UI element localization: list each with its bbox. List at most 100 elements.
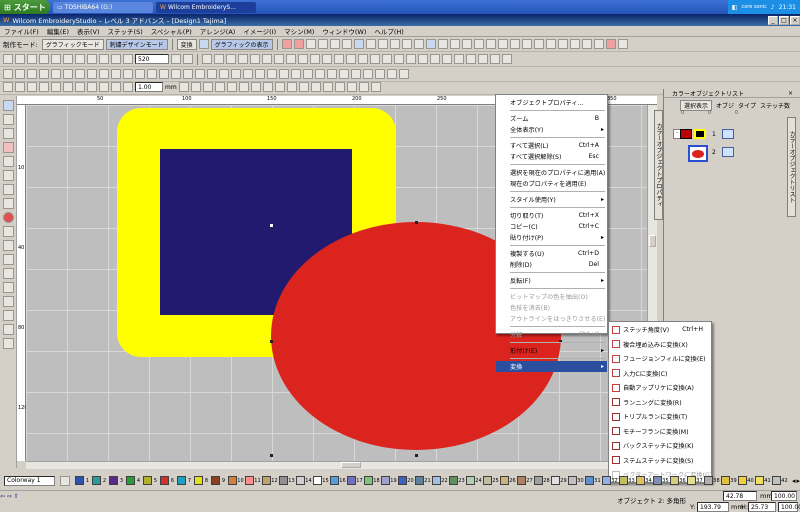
pct-field-1[interactable]: 100.00	[771, 491, 797, 501]
submenu-item[interactable]: 自動アップリケに変換(A)	[609, 382, 711, 393]
monogram-icon[interactable]	[2, 254, 14, 265]
menu-special[interactable]: スペシャル(P)	[151, 26, 192, 36]
stitch-tool-icon[interactable]	[317, 39, 328, 49]
x-field[interactable]: 42.78	[723, 491, 757, 501]
stitch-tool-icon[interactable]	[281, 39, 292, 49]
view-icon[interactable]	[274, 54, 284, 64]
view-icon[interactable]	[238, 54, 248, 64]
reshape-icon[interactable]	[2, 114, 14, 125]
context-menu-item[interactable]: 貼り付け(P) ▸	[496, 232, 607, 243]
transform-icon[interactable]	[51, 82, 61, 92]
align-icon[interactable]	[375, 69, 385, 79]
stitch-tool-icon[interactable]	[425, 39, 436, 49]
transform-icon[interactable]	[226, 82, 237, 92]
color-swatch[interactable]: 18	[363, 476, 380, 485]
view-icon[interactable]	[262, 54, 272, 64]
start-button[interactable]: ⊞ スタート	[0, 0, 50, 14]
cut-icon[interactable]	[63, 54, 73, 64]
color-swatch[interactable]: 38	[703, 476, 720, 485]
transform-icon[interactable]	[178, 82, 189, 92]
undo-icon[interactable]	[99, 54, 109, 64]
zoom-icon[interactable]	[123, 54, 133, 64]
tab-type[interactable]: タイプ	[738, 101, 756, 110]
color-swatch[interactable]: 42	[771, 476, 788, 485]
context-menu-item[interactable]: 削除(D) Del	[496, 259, 607, 270]
menu-edit[interactable]: 編集(E)	[47, 26, 69, 36]
stitch-icon[interactable]	[2, 324, 14, 335]
context-menu-item[interactable]: 全体表示(Y) ▸	[496, 124, 607, 135]
menu-stitch[interactable]: ステッチ(S)	[108, 26, 143, 36]
stitch-tool-icon[interactable]	[341, 39, 352, 49]
align-icon[interactable]	[27, 69, 37, 79]
diamond-icon[interactable]	[2, 282, 14, 293]
tab-stitch-count[interactable]: ステッチ数	[760, 101, 790, 110]
width-field[interactable]: 1.00	[135, 82, 163, 92]
context-menu-item[interactable]: 変換 ▸	[496, 361, 607, 372]
view-icon[interactable]	[466, 54, 476, 64]
color-swatch[interactable]: 7	[176, 476, 191, 485]
align-icon[interactable]	[351, 69, 361, 79]
align-icon[interactable]	[207, 69, 217, 79]
color-swatch[interactable]: 12	[261, 476, 278, 485]
align-icon[interactable]	[363, 69, 373, 79]
stitch-tool-icon[interactable]	[449, 39, 460, 49]
transform-icon[interactable]	[346, 82, 357, 92]
stitch-tool-icon[interactable]	[581, 39, 592, 49]
submenu-item[interactable]: ステッチ角度(V) Ctrl+H	[609, 324, 711, 335]
transform-icon[interactable]	[15, 82, 25, 92]
context-menu-item[interactable]: すべて選択解除(S) Esc	[496, 151, 607, 162]
view-icon[interactable]	[298, 54, 308, 64]
color-swatch[interactable]: 15	[312, 476, 329, 485]
stitch-icon[interactable]	[2, 268, 14, 279]
menu-arrange[interactable]: アレンジ(A)	[200, 26, 236, 36]
color-swatch[interactable]: 1	[74, 476, 89, 485]
selection-handle[interactable]	[415, 454, 418, 457]
stitch-tool-icon[interactable]	[569, 39, 580, 49]
stitch-tool-icon[interactable]	[413, 39, 424, 49]
align-icon[interactable]	[399, 69, 409, 79]
selection-handle[interactable]	[270, 340, 273, 343]
transform-icon[interactable]	[214, 82, 225, 92]
menu-window[interactable]: ウィンドウ(W)	[322, 26, 366, 36]
color-swatch[interactable]: 5	[142, 476, 157, 485]
view-icon[interactable]	[454, 54, 464, 64]
align-icon[interactable]	[99, 69, 109, 79]
transform-icon[interactable]	[99, 82, 109, 92]
graphic-mode-button[interactable]: グラフィックモード	[41, 38, 104, 50]
color-swatch[interactable]: 19	[380, 476, 397, 485]
transform-icon[interactable]	[322, 82, 333, 92]
color-swatch[interactable]: 16	[329, 476, 346, 485]
transform-icon[interactable]	[190, 82, 201, 92]
stitch-tool-icon[interactable]	[521, 39, 532, 49]
object-thumb-2[interactable]	[688, 145, 708, 162]
color-swatch[interactable]: 27	[516, 476, 533, 485]
align-icon[interactable]	[255, 69, 265, 79]
scroll-thumb[interactable]	[649, 235, 656, 247]
view-icon[interactable]	[394, 54, 404, 64]
view-icon[interactable]	[202, 54, 212, 64]
color-swatch[interactable]: 40	[737, 476, 754, 485]
stitch-tool-icon[interactable]	[617, 39, 628, 49]
palette-icon[interactable]	[59, 475, 70, 486]
outline-icon[interactable]	[2, 170, 14, 181]
panel-close-icon[interactable]: ×	[788, 90, 793, 97]
open-icon[interactable]	[15, 54, 25, 64]
context-menu-item[interactable]: 複製する(U) Ctrl+D	[496, 248, 607, 259]
submenu-item[interactable]: 入力Cに変換(C)	[609, 368, 711, 379]
view-icon[interactable]	[478, 54, 488, 64]
view-icon[interactable]	[250, 54, 260, 64]
convert-button[interactable]: 変換	[176, 38, 197, 50]
stitch-tool-icon[interactable]	[389, 39, 400, 49]
context-menu-item[interactable]: 形付け(E) ▸	[496, 345, 607, 356]
view-icon[interactable]	[322, 54, 332, 64]
globe-icon[interactable]	[198, 39, 209, 49]
transform-icon[interactable]	[63, 82, 73, 92]
submenu-item[interactable]: ステムステッチに変換(S)	[609, 455, 711, 466]
context-menu-item[interactable]: コピー(C) Ctrl+C	[496, 221, 607, 232]
stitch-tool-icon[interactable]	[497, 39, 508, 49]
complex-fill-icon[interactable]	[2, 198, 14, 209]
color-swatch[interactable]: 41	[754, 476, 771, 485]
context-menu-item[interactable]: 切り取り(T) Ctrl+X	[496, 210, 607, 221]
print-icon[interactable]	[39, 54, 49, 64]
stitch-tool-icon[interactable]	[545, 39, 556, 49]
